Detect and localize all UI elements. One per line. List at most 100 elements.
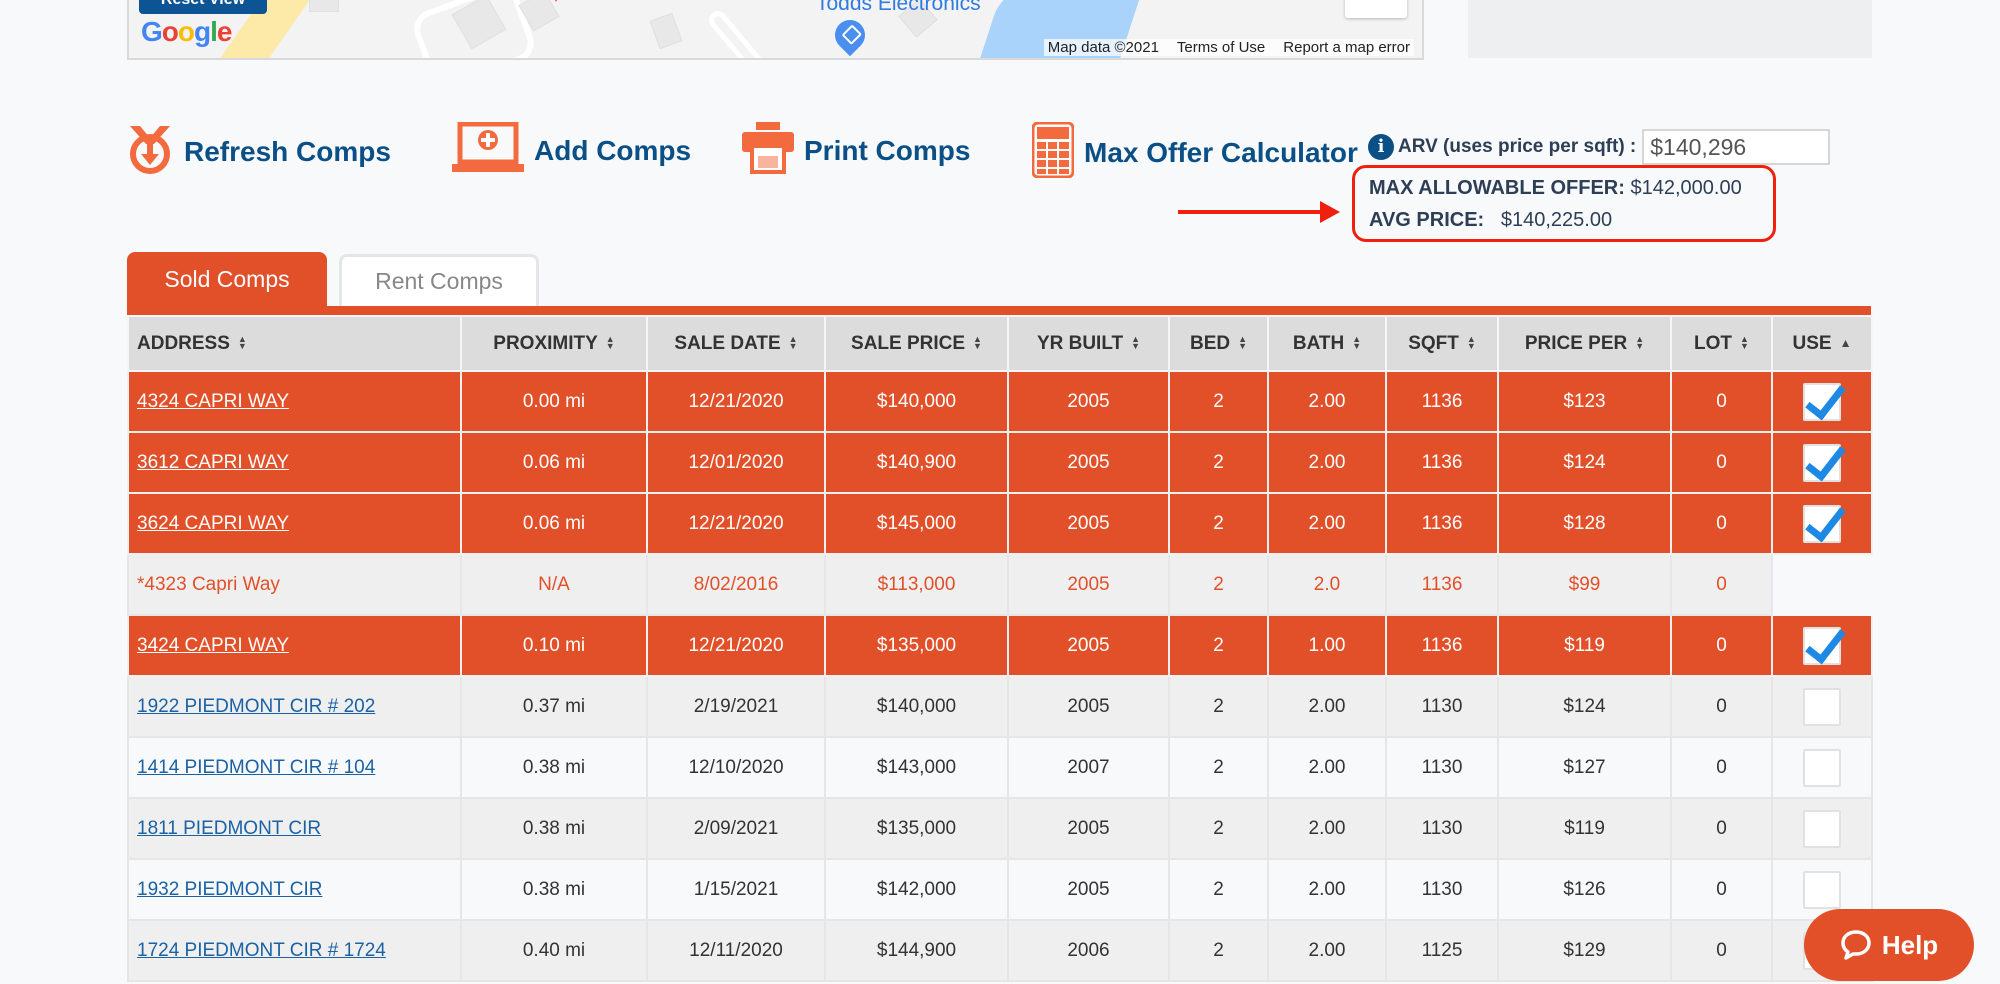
- cell-value: 2006: [1067, 939, 1110, 961]
- subject-marker-icon[interactable]: [549, 0, 563, 2]
- cell-value: 0.38 mi: [522, 817, 586, 839]
- cell-value: 2: [1213, 390, 1224, 412]
- reset-view-button[interactable]: Reset View: [139, 0, 267, 14]
- arv-input[interactable]: [1642, 129, 1831, 165]
- cell-value: 2005: [1067, 695, 1110, 717]
- column-header-bed[interactable]: BED ▲ ▼: [1168, 315, 1269, 372]
- cell-lot: 0: [1670, 431, 1773, 494]
- sort-icon: ▲ ▼: [1238, 334, 1248, 352]
- use-checkbox[interactable]: [1803, 687, 1841, 726]
- column-header-bath[interactable]: BATH ▲ ▼: [1267, 315, 1387, 372]
- column-header-price-per[interactable]: PRICE PER ▲ ▼: [1497, 315, 1672, 372]
- refresh-icon: [126, 122, 174, 181]
- column-header-label: SQFT: [1408, 332, 1459, 354]
- column-header-label: USE: [1792, 332, 1832, 354]
- cell-use: [1771, 614, 1873, 677]
- poi-label[interactable]: Todds Electronics: [816, 0, 981, 16]
- cell-bed: 2: [1168, 919, 1269, 982]
- add-comps-button[interactable]: Add Comps: [452, 121, 692, 179]
- cell-bed: 2: [1168, 492, 1269, 555]
- cell-lot: 0: [1670, 858, 1773, 921]
- column-header-address[interactable]: ADDRESS ▲ ▼: [127, 315, 462, 372]
- help-button[interactable]: Help: [1804, 909, 1974, 981]
- tab-sold-comps[interactable]: Sold Comps: [127, 252, 327, 306]
- cell-value: 2.0: [1313, 573, 1341, 595]
- cell-value: 2005: [1067, 817, 1110, 839]
- max-allowable-offer-label: MAX ALLOWABLE OFFER:: [1369, 177, 1625, 199]
- cell-sale-price: $135,000: [824, 614, 1009, 677]
- map-view[interactable]: Reset View Google Todds Electronics Map …: [127, 0, 1424, 60]
- use-checkbox-checked[interactable]: [1803, 382, 1841, 421]
- print-comps-button[interactable]: Print Comps: [742, 122, 970, 179]
- cell-value: 8/02/2016: [693, 573, 779, 595]
- cell-price-per: $124: [1497, 675, 1672, 738]
- column-header-lot[interactable]: LOT ▲ ▼: [1670, 315, 1773, 372]
- use-checkbox[interactable]: [1803, 870, 1841, 909]
- address-link[interactable]: 3424 CAPRI WAY: [137, 635, 289, 656]
- address-link[interactable]: 1811 PIEDMONT CIR: [137, 818, 321, 839]
- use-checkbox-checked[interactable]: [1803, 626, 1841, 665]
- column-header-use[interactable]: USE ▲: [1771, 315, 1873, 372]
- cell-address: 1932 PIEDMONT CIR: [127, 858, 462, 921]
- cell-bed: 2: [1168, 675, 1269, 738]
- cell-sale-date: 12/21/2020: [646, 370, 826, 433]
- address-link[interactable]: 1414 PIEDMONT CIR # 104: [137, 757, 375, 778]
- cell-address: 1811 PIEDMONT CIR: [127, 797, 462, 860]
- cell-yr-built: 2005: [1007, 675, 1170, 738]
- address-link[interactable]: 3612 CAPRI WAY: [137, 452, 289, 473]
- avg-price-label: AVG PRICE:: [1369, 209, 1485, 231]
- max-offer-calculator-button[interactable]: Max Offer Calculator: [1031, 121, 1358, 183]
- cell-value: 0.38 mi: [522, 756, 586, 778]
- cell-value: 2007: [1067, 756, 1110, 778]
- cell-bath: 2.00: [1267, 492, 1387, 555]
- terms-of-use-link[interactable]: Terms of Use: [1177, 39, 1265, 56]
- use-checkbox-checked[interactable]: [1803, 443, 1841, 482]
- cell-value: $140,000: [876, 695, 957, 717]
- cell-proximity: 0.38 mi: [460, 736, 648, 799]
- add-comps-label: Add Comps: [534, 134, 692, 166]
- use-checkbox-checked[interactable]: [1803, 504, 1841, 543]
- cell-yr-built: 2005: [1007, 797, 1170, 860]
- map-zoom-control[interactable]: [1345, 0, 1407, 18]
- column-header-sale-price[interactable]: SALE PRICE ▲ ▼: [824, 315, 1009, 372]
- cell-value: 2: [1213, 817, 1224, 839]
- cell-value: 1130: [1421, 878, 1463, 900]
- use-checkbox[interactable]: [1803, 809, 1841, 848]
- column-header-sale-date[interactable]: SALE DATE ▲ ▼: [646, 315, 826, 372]
- cell-lot: 0: [1670, 797, 1773, 860]
- cell-value: 0: [1716, 756, 1727, 778]
- cell-value: 1125: [1421, 939, 1463, 961]
- cell-price-per: $119: [1497, 797, 1672, 860]
- cell-sale-price: $140,900: [824, 431, 1009, 494]
- report-map-error-link[interactable]: Report a map error: [1283, 39, 1410, 56]
- address-link[interactable]: 1724 PIEDMONT CIR # 1724: [137, 940, 386, 961]
- shopping-pin-icon[interactable]: [828, 13, 872, 57]
- cell-value: 0.40 mi: [522, 939, 586, 961]
- refresh-comps-button[interactable]: Refresh Comps: [126, 122, 391, 181]
- column-header-label: BATH: [1292, 332, 1345, 354]
- cell-value: $113,000: [877, 573, 956, 595]
- cell-sqft: 1136: [1385, 492, 1499, 555]
- info-icon[interactable]: i: [1368, 134, 1394, 160]
- google-logo: Google: [141, 16, 232, 48]
- address-link[interactable]: 1922 PIEDMONT CIR # 202: [137, 696, 375, 717]
- map-building: [649, 12, 683, 50]
- address-link[interactable]: 1932 PIEDMONT CIR: [137, 879, 322, 900]
- map-building: [309, 0, 339, 12]
- column-header-yr-built[interactable]: YR BUILT ▲ ▼: [1007, 315, 1170, 372]
- cell-value: N/A: [538, 573, 570, 595]
- address-link[interactable]: 3624 CAPRI WAY: [137, 513, 289, 534]
- column-header-sqft[interactable]: SQFT ▲ ▼: [1385, 315, 1499, 372]
- use-checkbox[interactable]: [1803, 748, 1841, 787]
- column-header-proximity[interactable]: PROXIMITY ▲ ▼: [460, 315, 648, 372]
- cell-value: 0: [1716, 939, 1727, 961]
- help-label: Help: [1881, 929, 1939, 960]
- cell-value: 12/01/2020: [688, 451, 784, 473]
- cell-value: 0: [1716, 451, 1727, 473]
- cell-bath: 2.00: [1267, 797, 1387, 860]
- map-attribution: Map data ©2021 Terms of Use Report a map…: [1043, 39, 1414, 56]
- tab-rent-comps[interactable]: Rent Comps: [339, 254, 539, 306]
- address-link[interactable]: 4324 CAPRI WAY: [137, 391, 289, 412]
- cell-bath: 2.00: [1267, 431, 1387, 494]
- table-row: 3424 CAPRI WAY 0.10 mi 12/21/2020 $135,000 2…: [127, 614, 1873, 677]
